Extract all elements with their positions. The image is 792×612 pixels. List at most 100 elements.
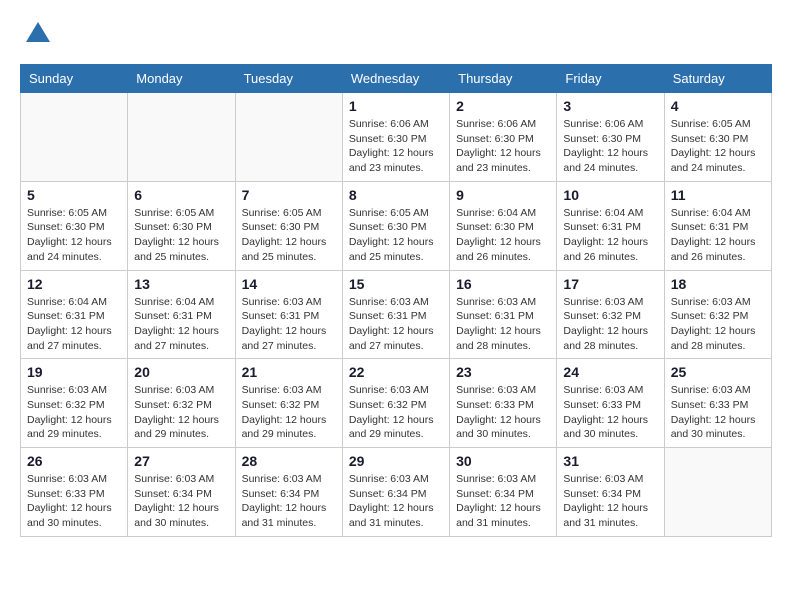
day-number: 14 [242,276,336,292]
day-number: 7 [242,187,336,203]
calendar-cell: 20Sunrise: 6:03 AM Sunset: 6:32 PM Dayli… [128,359,235,448]
day-number: 29 [349,453,443,469]
day-number: 19 [27,364,121,380]
weekday-header-wednesday: Wednesday [342,65,449,93]
calendar-cell: 10 Sunrise: 6:04 AM Sunset: 6:31 PM Dayli… [557,181,664,270]
day-info: Sunrise: 6:03 AM Sunset: 6:31 PM Dayligh… [456,295,550,354]
weekday-header-tuesday: Tuesday [235,65,342,93]
day-number: 28 [242,453,336,469]
weekday-header-thursday: Thursday [450,65,557,93]
calendar-cell [21,93,128,182]
calendar-week-row: 19 Sunrise: 6:03 AM Sunset: 6:32 PM Dayli… [21,359,772,448]
calendar-cell: 26 Sunrise: 6:03 AM Sunset: 6:33 PM Dayli… [21,448,128,537]
day-info: Sunrise: 6:03 AM Sunset: 6:32 PM Dayligh… [563,295,657,354]
day-number: 26 [27,453,121,469]
calendar-cell: 19 Sunrise: 6:03 AM Sunset: 6:32 PM Dayli… [21,359,128,448]
calendar-week-row: 26 Sunrise: 6:03 AM Sunset: 6:33 PM Dayli… [21,448,772,537]
day-info: Sunrise: 6:03 AM Sunset: 6:34 PM Dayligh… [456,472,550,531]
day-info: Sunrise: 6:05 AM Sunset: 6:30 PM Dayligh… [242,206,336,265]
day-number: 22 [349,364,443,380]
day-number: 10 [563,187,657,203]
calendar-cell: 18 Sunrise: 6:03 AM Sunset: 6:32 PM Dayli… [664,270,771,359]
logo [20,20,52,48]
calendar-cell: 7 Sunrise: 6:05 AM Sunset: 6:30 PM Daylig… [235,181,342,270]
calendar-cell: 21Sunrise: 6:03 AM Sunset: 6:32 PM Dayli… [235,359,342,448]
day-number: 9 [456,187,550,203]
weekday-header-friday: Friday [557,65,664,93]
calendar-week-row: 12Sunrise: 6:04 AM Sunset: 6:31 PM Dayli… [21,270,772,359]
day-info: Sunrise: 6:03 AM Sunset: 6:32 PM Dayligh… [134,383,228,442]
day-number: 18 [671,276,765,292]
weekday-header-sunday: Sunday [21,65,128,93]
calendar-cell [128,93,235,182]
calendar-cell: 30 Sunrise: 6:03 AM Sunset: 6:34 PM Dayli… [450,448,557,537]
day-info: Sunrise: 6:03 AM Sunset: 6:34 PM Dayligh… [349,472,443,531]
calendar-cell: 4 Sunrise: 6:05 AM Sunset: 6:30 PM Daylig… [664,93,771,182]
day-number: 21 [242,364,336,380]
day-number: 8 [349,187,443,203]
calendar-cell: 31Sunrise: 6:03 AM Sunset: 6:34 PM Dayli… [557,448,664,537]
day-info: Sunrise: 6:06 AM Sunset: 6:30 PM Dayligh… [349,117,443,176]
day-number: 13 [134,276,228,292]
weekday-header-row: SundayMondayTuesdayWednesdayThursdayFrid… [21,65,772,93]
day-number: 11 [671,187,765,203]
calendar-cell: 22Sunrise: 6:03 AM Sunset: 6:32 PM Dayli… [342,359,449,448]
calendar-cell: 29 Sunrise: 6:03 AM Sunset: 6:34 PM Dayli… [342,448,449,537]
day-number: 15 [349,276,443,292]
day-number: 23 [456,364,550,380]
day-number: 1 [349,98,443,114]
weekday-header-monday: Monday [128,65,235,93]
day-info: Sunrise: 6:03 AM Sunset: 6:33 PM Dayligh… [456,383,550,442]
calendar-cell: 24 Sunrise: 6:03 AM Sunset: 6:33 PM Dayli… [557,359,664,448]
calendar-cell: 17 Sunrise: 6:03 AM Sunset: 6:32 PM Dayli… [557,270,664,359]
logo-icon [24,20,52,48]
day-number: 5 [27,187,121,203]
calendar-week-row: 1 Sunrise: 6:06 AM Sunset: 6:30 PM Daylig… [21,93,772,182]
day-number: 16 [456,276,550,292]
day-number: 30 [456,453,550,469]
calendar-cell: 16 Sunrise: 6:03 AM Sunset: 6:31 PM Dayli… [450,270,557,359]
day-info: Sunrise: 6:06 AM Sunset: 6:30 PM Dayligh… [563,117,657,176]
calendar-cell: 23 Sunrise: 6:03 AM Sunset: 6:33 PM Dayli… [450,359,557,448]
calendar-cell: 12Sunrise: 6:04 AM Sunset: 6:31 PM Dayli… [21,270,128,359]
calendar-cell: 11 Sunrise: 6:04 AM Sunset: 6:31 PM Dayli… [664,181,771,270]
calendar-cell: 8 Sunrise: 6:05 AM Sunset: 6:30 PM Daylig… [342,181,449,270]
day-info: Sunrise: 6:03 AM Sunset: 6:31 PM Dayligh… [242,295,336,354]
day-number: 2 [456,98,550,114]
page-header [20,20,772,48]
day-number: 25 [671,364,765,380]
calendar-cell: 25 Sunrise: 6:03 AM Sunset: 6:33 PM Dayli… [664,359,771,448]
day-number: 31 [563,453,657,469]
day-info: Sunrise: 6:03 AM Sunset: 6:34 PM Dayligh… [134,472,228,531]
calendar-cell: 13 Sunrise: 6:04 AM Sunset: 6:31 PM Dayli… [128,270,235,359]
day-info: Sunrise: 6:04 AM Sunset: 6:30 PM Dayligh… [456,206,550,265]
day-info: Sunrise: 6:05 AM Sunset: 6:30 PM Dayligh… [671,117,765,176]
day-info: Sunrise: 6:03 AM Sunset: 6:33 PM Dayligh… [27,472,121,531]
day-info: Sunrise: 6:04 AM Sunset: 6:31 PM Dayligh… [563,206,657,265]
day-info: Sunrise: 6:04 AM Sunset: 6:31 PM Dayligh… [27,295,121,354]
day-info: Sunrise: 6:03 AM Sunset: 6:31 PM Dayligh… [349,295,443,354]
day-info: Sunrise: 6:03 AM Sunset: 6:33 PM Dayligh… [671,383,765,442]
calendar-week-row: 5 Sunrise: 6:05 AM Sunset: 6:30 PM Daylig… [21,181,772,270]
day-info: Sunrise: 6:03 AM Sunset: 6:32 PM Dayligh… [27,383,121,442]
day-number: 27 [134,453,228,469]
day-number: 4 [671,98,765,114]
calendar-cell: 27 Sunrise: 6:03 AM Sunset: 6:34 PM Dayli… [128,448,235,537]
calendar-cell [235,93,342,182]
day-number: 17 [563,276,657,292]
day-info: Sunrise: 6:04 AM Sunset: 6:31 PM Dayligh… [134,295,228,354]
day-info: Sunrise: 6:06 AM Sunset: 6:30 PM Dayligh… [456,117,550,176]
day-info: Sunrise: 6:05 AM Sunset: 6:30 PM Dayligh… [349,206,443,265]
calendar-cell: 9 Sunrise: 6:04 AM Sunset: 6:30 PM Daylig… [450,181,557,270]
weekday-header-saturday: Saturday [664,65,771,93]
calendar-cell: 1 Sunrise: 6:06 AM Sunset: 6:30 PM Daylig… [342,93,449,182]
calendar-table: SundayMondayTuesdayWednesdayThursdayFrid… [20,64,772,537]
calendar-cell: 15 Sunrise: 6:03 AM Sunset: 6:31 PM Dayli… [342,270,449,359]
calendar-cell: 3Sunrise: 6:06 AM Sunset: 6:30 PM Daylig… [557,93,664,182]
day-info: Sunrise: 6:04 AM Sunset: 6:31 PM Dayligh… [671,206,765,265]
day-number: 24 [563,364,657,380]
day-info: Sunrise: 6:03 AM Sunset: 6:32 PM Dayligh… [671,295,765,354]
day-info: Sunrise: 6:05 AM Sunset: 6:30 PM Dayligh… [27,206,121,265]
calendar-cell [664,448,771,537]
day-info: Sunrise: 6:03 AM Sunset: 6:33 PM Dayligh… [563,383,657,442]
